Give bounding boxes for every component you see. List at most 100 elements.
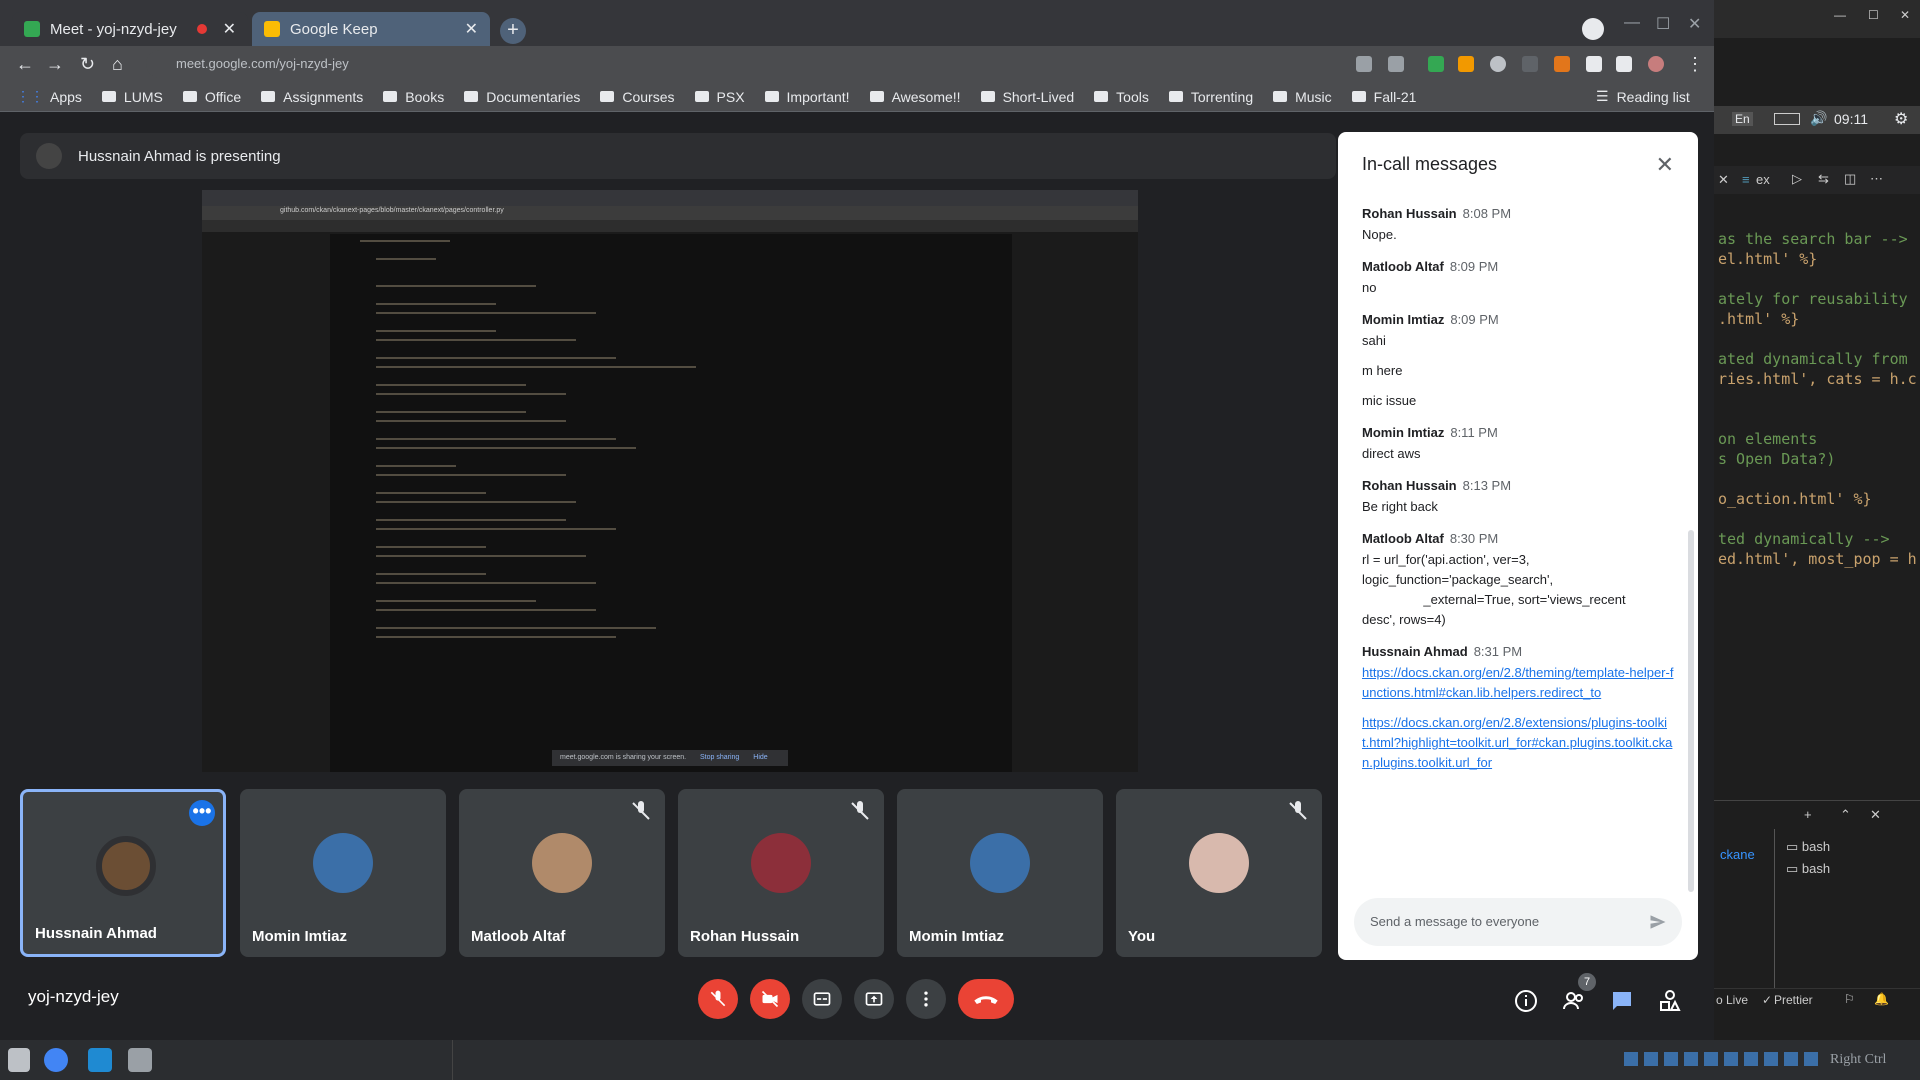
minimize-icon[interactable]: — <box>1834 8 1846 22</box>
hide-button[interactable]: Hide <box>753 754 767 761</box>
address-bar[interactable]: meet.google.com/yoj-nzyd-jey <box>146 50 1376 78</box>
editor-tab-label[interactable]: ex <box>1756 172 1770 187</box>
tab-meet[interactable]: Meet - yoj-nzyd-jey ✕ <box>12 12 248 46</box>
window-close-icon[interactable]: ✕ <box>1688 14 1701 34</box>
terminal-item[interactable]: ▭ bash <box>1786 839 1830 855</box>
go-live-status[interactable]: o Live <box>1716 993 1748 1007</box>
stop-sharing-button[interactable]: Stop sharing <box>700 754 739 761</box>
maximize-icon[interactable]: ☐ <box>1656 14 1670 34</box>
battery-icon[interactable] <box>1774 113 1800 125</box>
volume-icon[interactable]: 🔊 <box>1810 110 1827 127</box>
bookmark-lums[interactable]: LUMS <box>101 89 163 105</box>
bookmark-awesome[interactable]: Awesome!! <box>869 89 961 105</box>
extension-shield-icon[interactable] <box>1428 56 1444 72</box>
bookmark-courses[interactable]: Courses <box>600 89 675 105</box>
bookmark-assignments[interactable]: Assignments <box>261 89 363 105</box>
metamask-icon[interactable] <box>1554 56 1570 72</box>
participant-tile[interactable]: Matloob Altaf <box>459 789 665 957</box>
message-input[interactable]: Send a message to everyone <box>1354 898 1682 946</box>
reading-list[interactable]: ☰ Reading list <box>1596 88 1690 105</box>
avatar[interactable] <box>1648 56 1664 72</box>
run-icon[interactable]: ▷ <box>1792 171 1802 187</box>
bookmark-documentaries[interactable]: Documentaries <box>464 89 580 105</box>
close-icon[interactable]: ✕ <box>223 19 236 39</box>
back-icon[interactable]: ← <box>16 54 34 75</box>
bookmark-fall-21[interactable]: Fall-21 <box>1351 89 1416 105</box>
info-icon[interactable] <box>1514 989 1538 1013</box>
tab-keep[interactable]: Google Keep ✕ <box>252 12 490 46</box>
puzzle-icon[interactable] <box>1586 56 1602 72</box>
present-button[interactable] <box>854 979 894 1019</box>
new-tab-button[interactable]: + <box>500 18 526 44</box>
close-panel-icon[interactable]: ✕ <box>1870 807 1881 823</box>
tray-icon[interactable] <box>1644 1052 1658 1066</box>
more-icon[interactable]: ⋯ <box>1870 171 1883 187</box>
bookmark-office[interactable]: Office <box>182 89 241 105</box>
bookmark-apps[interactable]: ⋮⋮ Apps <box>16 88 82 105</box>
tray-icon[interactable] <box>1804 1052 1818 1066</box>
people-icon[interactable] <box>1562 989 1586 1013</box>
camera-toggle-button[interactable] <box>750 979 790 1019</box>
add-terminal-icon[interactable]: + <box>1804 807 1812 822</box>
tray-icon[interactable] <box>1724 1052 1738 1066</box>
chrome-icon[interactable] <box>44 1048 68 1072</box>
captions-button[interactable] <box>802 979 842 1019</box>
participant-tile[interactable]: ••• Hussnain Ahmad <box>20 789 226 957</box>
tray-icon[interactable] <box>1624 1052 1638 1066</box>
close-panel-icon[interactable]: ✕ <box>1656 152 1674 178</box>
camera-icon[interactable] <box>1356 56 1372 72</box>
tray-icon[interactable] <box>1744 1052 1758 1066</box>
mic-toggle-button[interactable] <box>698 979 738 1019</box>
prettier-status[interactable]: Prettier <box>1774 993 1813 1007</box>
forward-icon[interactable]: → <box>46 54 64 75</box>
participant-tile[interactable]: Momin Imtiaz <box>240 789 446 957</box>
extension-icon[interactable] <box>1490 56 1506 72</box>
chat-icon[interactable] <box>1610 989 1634 1013</box>
reload-icon[interactable]: ↻ <box>80 54 95 75</box>
message-link[interactable]: https://docs.ckan.org/en/2.8/extensions/… <box>1362 713 1674 773</box>
scrollbar[interactable] <box>1688 530 1694 892</box>
message-link[interactable]: https://docs.ckan.org/en/2.8/theming/tem… <box>1362 663 1674 703</box>
tray-icon[interactable] <box>1764 1052 1778 1066</box>
home-icon[interactable]: ⌂ <box>112 54 123 75</box>
bell-icon[interactable]: 🔔 <box>1874 992 1889 1006</box>
app-menu-icon[interactable] <box>8 1048 30 1072</box>
extension-icon[interactable] <box>1522 56 1538 72</box>
language-indicator[interactable]: En <box>1732 112 1753 126</box>
menu-icon[interactable]: ⋮ <box>1686 54 1704 75</box>
extension-icon[interactable] <box>1458 56 1474 72</box>
bookmark-torrenting[interactable]: Torrenting <box>1168 89 1253 105</box>
participant-tile[interactable]: Momin Imtiaz <box>897 789 1103 957</box>
maximize-icon[interactable]: ☐ <box>1868 8 1879 22</box>
close-icon[interactable]: ✕ <box>465 19 478 39</box>
tray-icon[interactable] <box>1664 1052 1678 1066</box>
leave-call-button[interactable] <box>958 979 1014 1019</box>
more-options-button[interactable]: ••• <box>189 800 215 826</box>
settings-icon[interactable]: ⚙ <box>1894 109 1908 129</box>
participant-tile[interactable]: Rohan Hussain <box>678 789 884 957</box>
star-icon[interactable] <box>1388 56 1404 72</box>
close-icon[interactable]: ✕ <box>1900 8 1910 22</box>
compare-icon[interactable]: ⇆ <box>1818 171 1829 187</box>
bookmark-psx[interactable]: PSX <box>694 89 745 105</box>
profile-menu-icon[interactable] <box>1582 18 1604 40</box>
bookmark-books[interactable]: Books <box>383 89 444 105</box>
split-editor-icon[interactable]: ◫ <box>1844 171 1856 187</box>
vscode-icon[interactable] <box>88 1048 112 1072</box>
more-options-button[interactable] <box>906 979 946 1019</box>
tray-icon[interactable] <box>1784 1052 1798 1066</box>
participant-tile[interactable]: You <box>1116 789 1322 957</box>
bookmark-important[interactable]: Important! <box>764 89 850 105</box>
bookmark-tools[interactable]: Tools <box>1094 89 1149 105</box>
minimize-icon[interactable]: — <box>1624 14 1640 32</box>
tray-icon[interactable] <box>1684 1052 1698 1066</box>
tray-icon[interactable] <box>1704 1052 1718 1066</box>
maximize-panel-icon[interactable]: ⌃ <box>1840 807 1851 823</box>
package-icon[interactable] <box>128 1048 152 1072</box>
bookmark-short-lived[interactable]: Short-Lived <box>980 89 1074 105</box>
close-tab-icon[interactable]: ✕ <box>1718 172 1729 188</box>
activities-icon[interactable] <box>1658 989 1682 1013</box>
media-icon[interactable] <box>1616 56 1632 72</box>
send-icon[interactable] <box>1648 912 1668 932</box>
feedback-icon[interactable]: ⚐ <box>1844 992 1855 1006</box>
